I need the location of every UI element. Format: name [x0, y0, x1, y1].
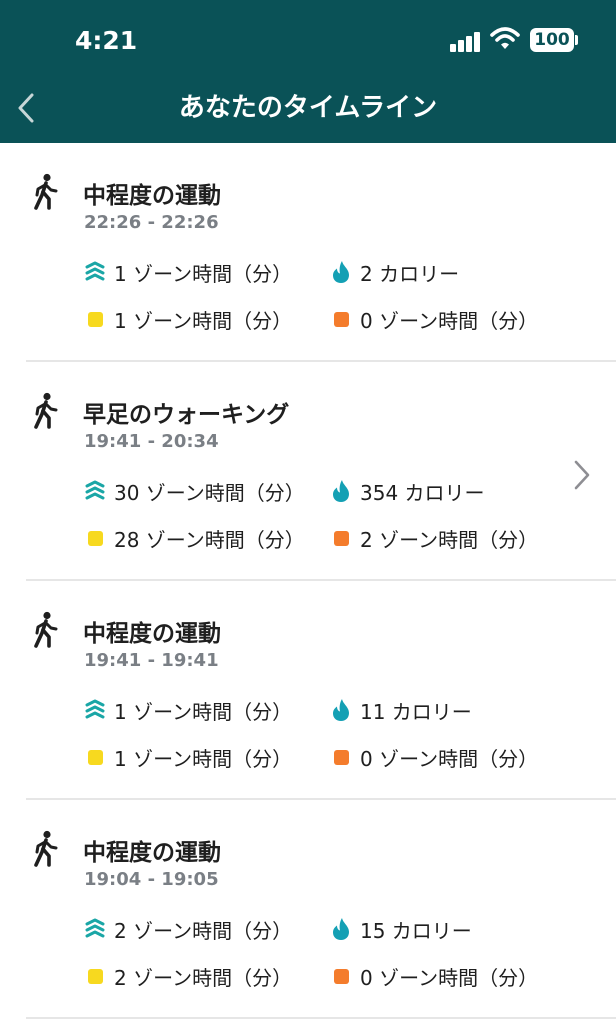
walking-person-icon [34, 173, 58, 210]
walking-person-icon [34, 830, 58, 867]
calories-stat: 354 カロリー [330, 476, 485, 506]
calories-value: 11 カロリー [360, 699, 472, 724]
active-zone-minutes-stat: 1 ゾーン時間（分） [84, 257, 292, 287]
zone-chevrons-icon [84, 918, 106, 940]
activity-time-range: 19:41 - 20:34 [84, 431, 219, 452]
flame-icon [330, 261, 352, 283]
fat-burn-value: 1 ゾーン時間（分） [114, 746, 293, 771]
activity-time-range: 22:26 - 22:26 [84, 212, 219, 233]
active-zone-minutes-stat: 1 ゾーン時間（分） [84, 695, 292, 725]
battery-icon: 100 [530, 28, 574, 52]
cardio-square-icon [330, 308, 352, 330]
calories-stat: 2 カロリー [330, 257, 459, 287]
cardio-value: 0 ゾーン時間（分） [360, 965, 539, 990]
wifi-icon [490, 27, 520, 49]
cardio-zone-stat: 0 ゾーン時間（分） [330, 304, 538, 334]
zone-minutes-value: 30 ゾーン時間（分） [114, 480, 305, 505]
fat-burn-zone-stat: 28 ゾーン時間（分） [84, 523, 305, 553]
cardio-square-icon [330, 527, 352, 549]
fat-burn-square-icon [84, 746, 106, 768]
zone-chevrons-icon [84, 480, 106, 502]
activity-card[interactable]: 中程度の運動 19:41 - 19:41 1 ゾーン時間（分） 11 カロリー … [0, 581, 616, 800]
fat-burn-value: 2 ゾーン時間（分） [114, 965, 293, 990]
cardio-value: 0 ゾーン時間（分） [360, 308, 539, 333]
chevron-right-icon[interactable] [572, 458, 592, 492]
activity-title: 中程度の運動 [83, 621, 221, 647]
battery-tip [575, 35, 578, 45]
cardio-zone-stat: 0 ゾーン時間（分） [330, 742, 538, 772]
activity-time-range: 19:41 - 19:41 [84, 650, 219, 671]
activity-card[interactable]: 中程度の運動 22:26 - 22:26 1 ゾーン時間（分） 2 カロリー 1… [0, 143, 616, 362]
fat-burn-square-icon [84, 308, 106, 330]
flame-icon [330, 480, 352, 502]
zone-chevrons-icon [84, 261, 106, 283]
calories-stat: 11 カロリー [330, 695, 472, 725]
activity-card[interactable]: 中程度の運動 19:04 - 19:05 2 ゾーン時間（分） 15 カロリー … [0, 800, 616, 1019]
calories-stat: 15 カロリー [330, 914, 472, 944]
header-bar: 4:21 100 あなたのタイムライン [0, 0, 616, 143]
cellular-signal-icon [450, 30, 482, 52]
cardio-value: 0 ゾーン時間（分） [360, 746, 539, 771]
activity-title: 早足のウォーキング [83, 402, 290, 428]
cardio-zone-stat: 0 ゾーン時間（分） [330, 961, 538, 991]
status-time: 4:21 [75, 26, 138, 55]
active-zone-minutes-stat: 30 ゾーン時間（分） [84, 476, 305, 506]
activity-title: 中程度の運動 [83, 840, 221, 866]
activity-title: 中程度の運動 [83, 183, 221, 209]
zone-minutes-value: 2 ゾーン時間（分） [114, 918, 293, 943]
calories-value: 15 カロリー [360, 918, 472, 943]
fat-burn-zone-stat: 1 ゾーン時間（分） [84, 742, 292, 772]
cardio-zone-stat: 2 ゾーン時間（分） [330, 523, 538, 553]
fat-burn-value: 28 ゾーン時間（分） [114, 527, 305, 552]
activity-time-range: 19:04 - 19:05 [84, 869, 219, 890]
zone-minutes-value: 1 ゾーン時間（分） [114, 261, 293, 286]
walking-person-icon [34, 611, 58, 648]
zone-chevrons-icon [84, 699, 106, 721]
walking-person-icon [34, 392, 58, 429]
fat-burn-square-icon [84, 965, 106, 987]
flame-icon [330, 918, 352, 940]
activity-card[interactable]: 早足のウォーキング 19:41 - 20:34 30 ゾーン時間（分） 354 … [0, 362, 616, 581]
flame-icon [330, 699, 352, 721]
divider [26, 1017, 616, 1019]
calories-value: 2 カロリー [360, 261, 460, 286]
active-zone-minutes-stat: 2 ゾーン時間（分） [84, 914, 292, 944]
fat-burn-zone-stat: 2 ゾーン時間（分） [84, 961, 292, 991]
cardio-square-icon [330, 746, 352, 768]
fat-burn-square-icon [84, 527, 106, 549]
fat-burn-zone-stat: 1 ゾーン時間（分） [84, 304, 292, 334]
cardio-value: 2 ゾーン時間（分） [360, 527, 539, 552]
calories-value: 354 カロリー [360, 480, 485, 505]
zone-minutes-value: 1 ゾーン時間（分） [114, 699, 293, 724]
cardio-square-icon [330, 965, 352, 987]
page-title: あなたのタイムライン [178, 93, 438, 123]
fat-burn-value: 1 ゾーン時間（分） [114, 308, 293, 333]
